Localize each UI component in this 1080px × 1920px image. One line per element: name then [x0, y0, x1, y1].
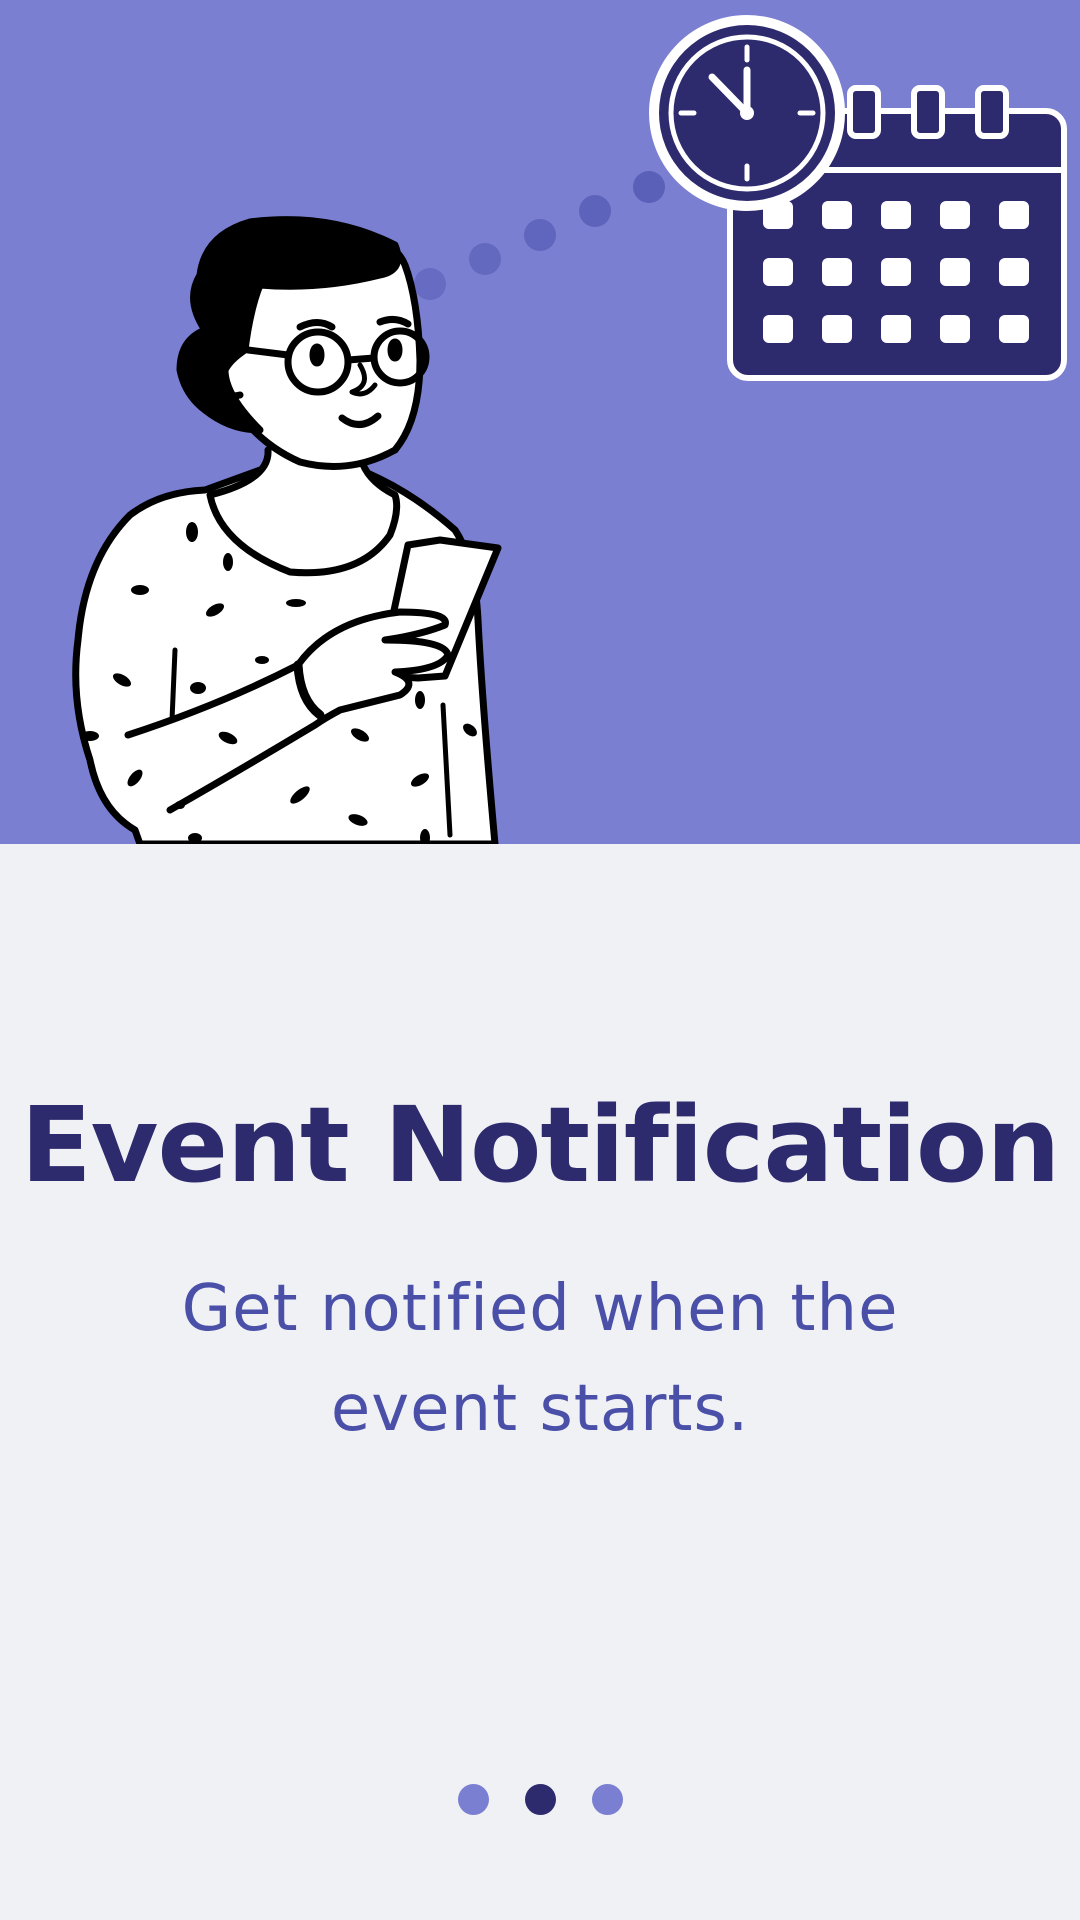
- page-indicator: [0, 1784, 1080, 1815]
- person-with-phone-illustration: [72, 216, 502, 844]
- page-indicator-dot-1[interactable]: [457, 1784, 489, 1815]
- page-subtitle: Get notified when the event starts.: [181, 1272, 899, 1446]
- onboarding-content: Event Notification Get notified when the…: [0, 844, 1080, 1920]
- hero-illustration: [0, 0, 1080, 844]
- page-title: Event Notification: [20, 1084, 1061, 1206]
- page-indicator-dot-3[interactable]: [591, 1784, 623, 1815]
- clock-icon: [649, 15, 845, 211]
- dotted-path: [414, 171, 665, 300]
- page-indicator-dot-2[interactable]: [524, 1784, 556, 1815]
